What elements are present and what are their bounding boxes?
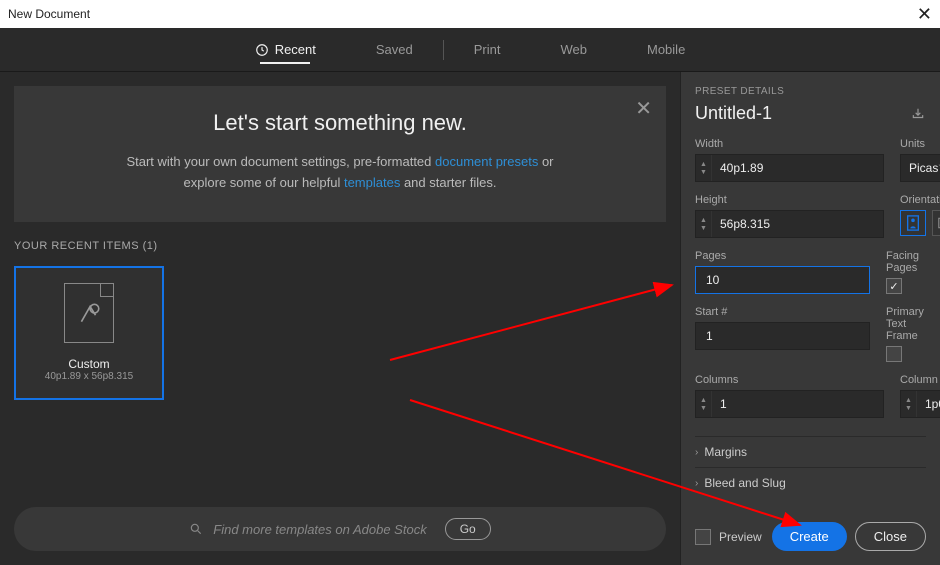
start-number-input[interactable] (696, 329, 869, 343)
tab-recent-label: Recent (275, 42, 316, 57)
height-input[interactable] (712, 217, 883, 231)
link-document-presets[interactable]: document presets (435, 154, 538, 169)
hero-heading: Let's start something new. (44, 110, 636, 136)
portrait-icon (906, 215, 920, 231)
main-panel: ✕ Let's start something new. Start with … (0, 72, 680, 565)
width-stepper[interactable]: ▲▼ (695, 154, 884, 182)
margins-label: Margins (704, 445, 747, 459)
tab-mobile-label: Mobile (647, 42, 685, 57)
preview-checkbox[interactable] (695, 529, 711, 545)
stock-search-bar[interactable]: Find more templates on Adobe Stock Go (14, 507, 666, 551)
facing-pages-label: Facing Pages (886, 250, 926, 274)
columns-stepper[interactable]: ▲▼ (695, 390, 884, 418)
window-close-icon[interactable]: ✕ (917, 5, 932, 23)
units-select[interactable]: Picas ﹀ (900, 154, 940, 182)
tab-recent[interactable]: Recent (225, 28, 346, 72)
search-icon (189, 522, 203, 536)
orientation-landscape-button[interactable] (932, 210, 940, 236)
gutter-input[interactable] (917, 397, 940, 411)
document-name[interactable]: Untitled-1 (695, 103, 772, 124)
start-number-stepper[interactable] (695, 322, 870, 350)
page-icon (64, 283, 114, 343)
recent-items-label: YOUR RECENT ITEMS (1) (14, 240, 666, 252)
height-label: Height (695, 194, 884, 206)
stepper-arrows-icon[interactable]: ▲▼ (696, 155, 712, 181)
tab-web-label: Web (561, 42, 588, 57)
margins-expander[interactable]: › Margins (695, 436, 926, 467)
gutter-label: Column Gutter (900, 374, 940, 386)
close-button[interactable]: Close (855, 522, 926, 551)
stepper-arrows-icon[interactable]: ▲▼ (901, 391, 917, 417)
category-tabs: Recent Saved Print Web Mobile (0, 28, 940, 72)
tab-saved-label: Saved (376, 42, 413, 57)
stock-search-go-button[interactable]: Go (445, 518, 491, 540)
link-templates[interactable]: templates (344, 175, 400, 190)
recent-items-grid: Custom 40p1.89 x 56p8.315 (14, 266, 666, 507)
height-stepper[interactable]: ▲▼ (695, 210, 884, 238)
bleed-slug-expander[interactable]: › Bleed and Slug (695, 467, 926, 498)
pages-input[interactable] (696, 273, 869, 287)
primary-text-frame-checkbox[interactable] (886, 346, 902, 362)
preset-details-header: PRESET DETAILS (695, 86, 926, 97)
gutter-stepper[interactable]: ▲▼ (900, 390, 940, 418)
pages-label: Pages (695, 250, 870, 262)
hero-banner: ✕ Let's start something new. Start with … (14, 86, 666, 222)
width-label: Width (695, 138, 884, 150)
hero-text: Start with your own document settings, p… (44, 152, 636, 194)
start-number-label: Start # (695, 306, 870, 318)
chevron-right-icon: › (695, 447, 698, 458)
create-button[interactable]: Create (772, 522, 847, 551)
tab-print[interactable]: Print (444, 28, 531, 72)
stepper-arrows-icon[interactable]: ▲▼ (696, 211, 712, 237)
units-value: Picas (909, 161, 938, 175)
facing-pages-checkbox[interactable] (886, 278, 902, 294)
window-title: New Document (8, 7, 90, 21)
hero-close-icon[interactable]: ✕ (635, 96, 652, 121)
preset-details-panel: PRESET DETAILS Untitled-1 Width ▲▼ Units… (680, 72, 940, 565)
tab-saved[interactable]: Saved (346, 28, 443, 72)
tab-print-label: Print (474, 42, 501, 57)
stock-search-placeholder: Find more templates on Adobe Stock (213, 522, 426, 537)
width-input[interactable] (712, 161, 883, 175)
preset-card-name: Custom (68, 357, 109, 371)
preview-label: Preview (719, 530, 762, 544)
preset-card-dims: 40p1.89 x 56p8.315 (45, 371, 133, 382)
clock-icon (255, 43, 269, 57)
orientation-label: Orientation (900, 194, 940, 206)
columns-input[interactable] (712, 397, 883, 411)
stepper-arrows-icon[interactable]: ▲▼ (696, 391, 712, 417)
pages-stepper[interactable] (695, 266, 870, 294)
titlebar: New Document ✕ (0, 0, 940, 28)
columns-label: Columns (695, 374, 884, 386)
save-preset-icon[interactable] (910, 107, 926, 121)
bleed-slug-label: Bleed and Slug (704, 476, 785, 490)
chevron-right-icon: › (695, 478, 698, 489)
units-label: Units (900, 138, 940, 150)
primary-text-frame-label: Primary Text Frame (886, 306, 926, 342)
preset-card-custom[interactable]: Custom 40p1.89 x 56p8.315 (14, 266, 164, 400)
tab-mobile[interactable]: Mobile (617, 28, 715, 72)
orientation-portrait-button[interactable] (900, 210, 926, 236)
tab-web[interactable]: Web (531, 28, 618, 72)
